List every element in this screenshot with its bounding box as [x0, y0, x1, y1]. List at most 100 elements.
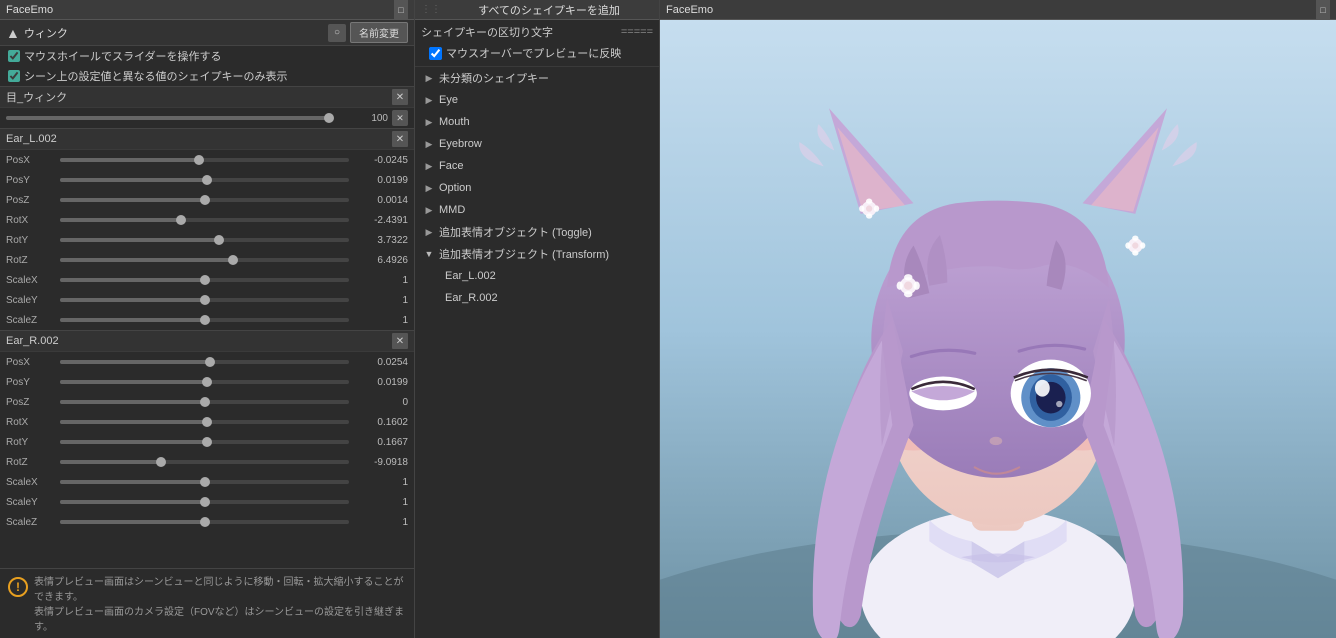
tree-label-eyebrow: Eyebrow	[439, 138, 482, 150]
ear-l-posy-row: PosY 0.0199	[0, 170, 414, 190]
left-title-text: FaceEmo	[6, 4, 394, 16]
tree-arrow-unclassified: ▶	[423, 72, 435, 84]
ear-l-rotx-row: RotX -2.4391	[0, 210, 414, 230]
ear-l-scalez-row: ScaleZ 1	[0, 310, 414, 330]
tree-item-toggle[interactable]: ▶ 追加表情オブジェクト (Toggle)	[415, 221, 659, 243]
mouse-over-label: マウスオーバーでプレビューに反映	[446, 45, 621, 61]
ear-r-scaley-value: 1	[353, 497, 408, 508]
tree-arrow-eye: ▶	[423, 94, 435, 106]
ear-l-posy-track[interactable]	[60, 178, 349, 182]
ear-r-rotz-track[interactable]	[60, 460, 349, 464]
show-different-checkbox[interactable]	[8, 70, 20, 82]
show-different-label: シーン上の設定値と異なる値のシェイプキーのみ表示	[24, 68, 287, 84]
ear-l-scalex-value: 1	[353, 275, 408, 286]
section-ear-r-close[interactable]: ✕	[392, 333, 408, 349]
shape-key-dropdown[interactable]: ウィンク	[24, 25, 324, 41]
ear-r-posy-track[interactable]	[60, 380, 349, 384]
ear-r-posz-track[interactable]	[60, 400, 349, 404]
tree-item-mouth[interactable]: ▶ Mouth	[415, 111, 659, 133]
ear-r-rotz-value: -9.0918	[353, 457, 408, 468]
tree-item-ear-r[interactable]: Ear_R.002	[415, 287, 659, 309]
ear-r-scalez-value: 1	[353, 517, 408, 528]
ear-r-rotz-row: RotZ -9.0918	[0, 452, 414, 472]
ear-l-rotz-row: RotZ 6.4926	[0, 250, 414, 270]
separator-value: =====	[621, 26, 653, 38]
tree-label-face: Face	[439, 160, 463, 172]
ear-l-posx-label: PosX	[6, 155, 56, 166]
avatar-svg	[660, 20, 1336, 638]
ear-l-posx-row: PosX -0.0245	[0, 150, 414, 170]
ear-l-rotz-track[interactable]	[60, 258, 349, 262]
ear-l-scalez-track[interactable]	[60, 318, 349, 322]
middle-title-text: すべてのシェイプキーを追加	[445, 2, 653, 18]
ear-l-posy-value: 0.0199	[353, 175, 408, 186]
wink-reset-btn[interactable]: ✕	[392, 110, 408, 126]
tree-item-face[interactable]: ▶ Face	[415, 155, 659, 177]
ear-r-rotx-track[interactable]	[60, 420, 349, 424]
ear-l-posz-track[interactable]	[60, 198, 349, 202]
ear-r-scalex-track[interactable]	[60, 480, 349, 484]
ear-l-scalez-value: 1	[353, 315, 408, 326]
separator-row: シェイプキーの区切り文字 =====	[421, 22, 653, 42]
wink-slider-row: 100 ✕	[0, 108, 414, 128]
info-text: 表情プレビュー画面はシーンビューと同じように移動・回転・拡大縮小することができま…	[34, 575, 406, 635]
tree-arrow-eyebrow: ▶	[423, 138, 435, 150]
right-maximize-btn[interactable]: □	[1316, 3, 1330, 17]
ear-l-scaley-value: 1	[353, 295, 408, 306]
ear-l-posx-value: -0.0245	[353, 155, 408, 166]
ear-r-posx-track[interactable]	[60, 360, 349, 364]
tree-label-option: Option	[439, 182, 471, 194]
tree-arrow-transform: ▼	[423, 248, 435, 260]
ear-r-rotx-value: 0.1602	[353, 417, 408, 428]
section-ear-r-label: Ear_R.002	[6, 335, 59, 347]
tree-arrow-face: ▶	[423, 160, 435, 172]
section-wink: 目_ウィンク ✕	[0, 86, 414, 108]
tree-item-eyebrow[interactable]: ▶ Eyebrow	[415, 133, 659, 155]
avatar-area[interactable]	[660, 20, 1336, 638]
section-ear-r: Ear_R.002 ✕	[0, 330, 414, 352]
ear-l-roty-track[interactable]	[60, 238, 349, 242]
right-title-bar: FaceEmo ─ □ ✕	[660, 0, 1336, 20]
tree-item-unclassified[interactable]: ▶ 未分類のシェイプキー	[415, 67, 659, 89]
ear-r-posx-value: 0.0254	[353, 357, 408, 368]
mouse-over-checkbox[interactable]	[429, 47, 442, 60]
ear-l-posz-value: 0.0014	[353, 195, 408, 206]
ear-l-rotx-track[interactable]	[60, 218, 349, 222]
left-maximize-btn[interactable]: □	[394, 3, 408, 17]
middle-title-bar: ⋮⋮ すべてのシェイプキーを追加	[415, 0, 659, 20]
rename-button[interactable]: 名前変更	[350, 22, 408, 43]
section-ear-l-close[interactable]: ✕	[392, 131, 408, 147]
wink-slider-track[interactable]	[6, 116, 329, 120]
dropdown-arrow[interactable]: ▲	[6, 25, 20, 41]
ear-l-rotz-label: RotZ	[6, 255, 56, 266]
ear-r-scalez-label: ScaleZ	[6, 517, 56, 528]
ear-r-posz-row: PosZ 0	[0, 392, 414, 412]
ear-r-roty-track[interactable]	[60, 440, 349, 444]
tree-item-transform[interactable]: ▼ 追加表情オブジェクト (Transform)	[415, 243, 659, 265]
ear-l-scaley-track[interactable]	[60, 298, 349, 302]
left-panel: FaceEmo ─ □ ✕ ▲ ウィンク ○ 名前変更 マウスホイールでスライダ…	[0, 0, 415, 638]
ear-r-rotx-row: RotX 0.1602	[0, 412, 414, 432]
ear-l-scalex-track[interactable]	[60, 278, 349, 282]
ear-r-scaley-track[interactable]	[60, 500, 349, 504]
ear-l-rotx-label: RotX	[6, 215, 56, 226]
tree-label-mouth: Mouth	[439, 116, 470, 128]
tree-item-mmd[interactable]: ▶ MMD	[415, 199, 659, 221]
ear-l-scaley-row: ScaleY 1	[0, 290, 414, 310]
right-title-text: FaceEmo	[666, 4, 1316, 16]
tree-label-unclassified: 未分類のシェイプキー	[439, 70, 549, 86]
tree-label-eye: Eye	[439, 94, 458, 106]
tree-item-ear-l[interactable]: Ear_L.002	[415, 265, 659, 287]
mouse-over-option: マウスオーバーでプレビューに反映	[421, 42, 653, 64]
ear-r-scalez-track[interactable]	[60, 520, 349, 524]
ear-l-posx-track[interactable]	[60, 158, 349, 162]
section-wink-close[interactable]: ✕	[392, 89, 408, 105]
tree-label-ear-r: Ear_R.002	[445, 292, 498, 304]
left-title-bar: FaceEmo ─ □ ✕	[0, 0, 414, 20]
clear-icon-btn[interactable]: ○	[328, 24, 346, 42]
mouse-wheel-checkbox[interactable]	[8, 50, 20, 62]
tree-item-option[interactable]: ▶ Option	[415, 177, 659, 199]
tree-item-eye[interactable]: ▶ Eye	[415, 89, 659, 111]
tree-label-transform: 追加表情オブジェクト (Transform)	[439, 246, 609, 262]
ear-r-scalex-label: ScaleX	[6, 477, 56, 488]
